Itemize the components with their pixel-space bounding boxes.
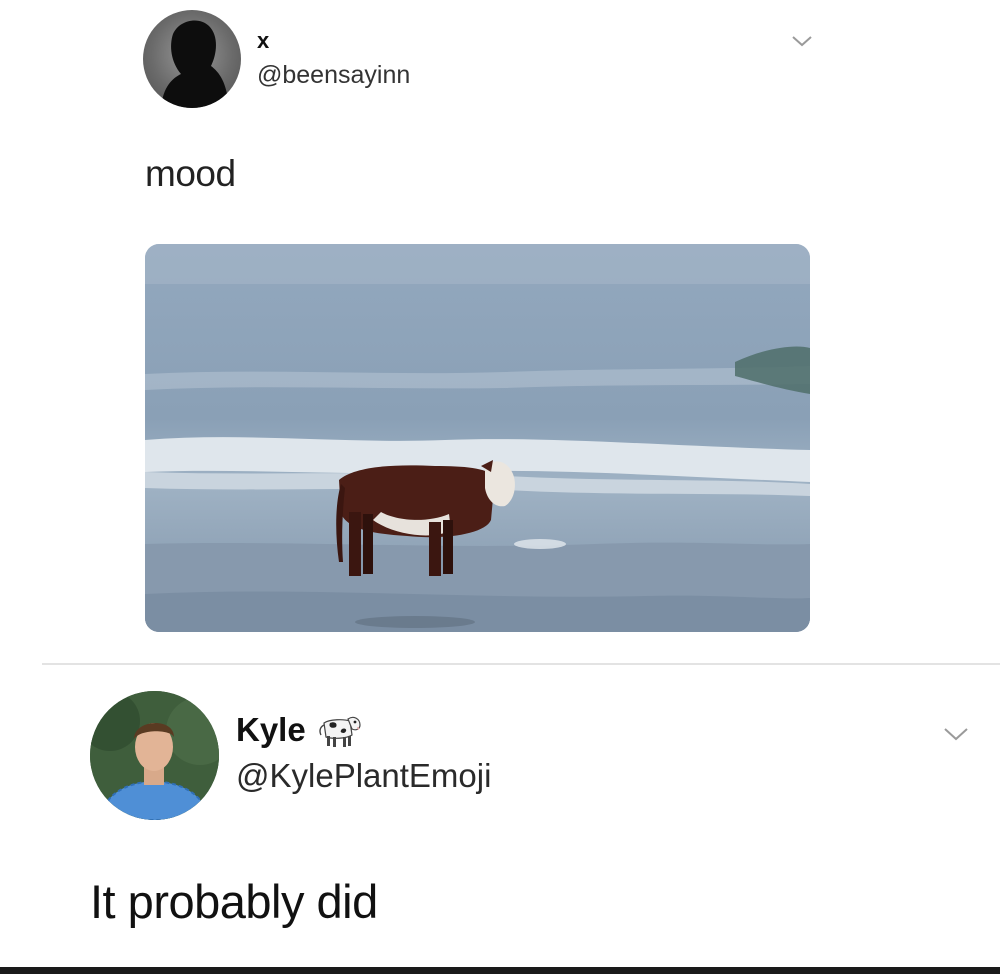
user-handle[interactable]: @beensayinn bbox=[257, 60, 410, 90]
cow-leg-front-2 bbox=[443, 520, 453, 574]
horizon-haze bbox=[145, 244, 810, 284]
bottom-border bbox=[0, 967, 1000, 974]
user-handle[interactable]: @KylePlantEmoji bbox=[236, 756, 491, 796]
silhouette-avatar-image bbox=[161, 20, 229, 108]
profile-photo-man bbox=[90, 691, 219, 820]
display-name[interactable]: x bbox=[257, 28, 269, 54]
cow-leg-front bbox=[429, 522, 441, 576]
cow-leg-back-2 bbox=[363, 514, 373, 574]
tweet-text: It probably did bbox=[90, 875, 378, 928]
tweet-text: mood bbox=[145, 153, 236, 194]
chevron-down-icon[interactable] bbox=[942, 726, 970, 742]
avatar-kyleplantemoji[interactable] bbox=[90, 691, 219, 820]
cow-emoji-icon bbox=[316, 711, 364, 749]
display-name-row: Kyle bbox=[236, 708, 364, 752]
foam-patch bbox=[514, 539, 566, 549]
display-name[interactable]: Kyle bbox=[236, 710, 306, 750]
avatar-beensayinn[interactable] bbox=[143, 10, 241, 108]
tweet-photo-cow-on-beach[interactable] bbox=[145, 244, 810, 632]
chevron-down-icon[interactable] bbox=[790, 34, 814, 48]
tweet-divider bbox=[42, 663, 1000, 665]
cow-leg-back bbox=[349, 512, 361, 576]
wet-sand-shine bbox=[145, 591, 810, 632]
cow-reflection bbox=[355, 616, 475, 628]
